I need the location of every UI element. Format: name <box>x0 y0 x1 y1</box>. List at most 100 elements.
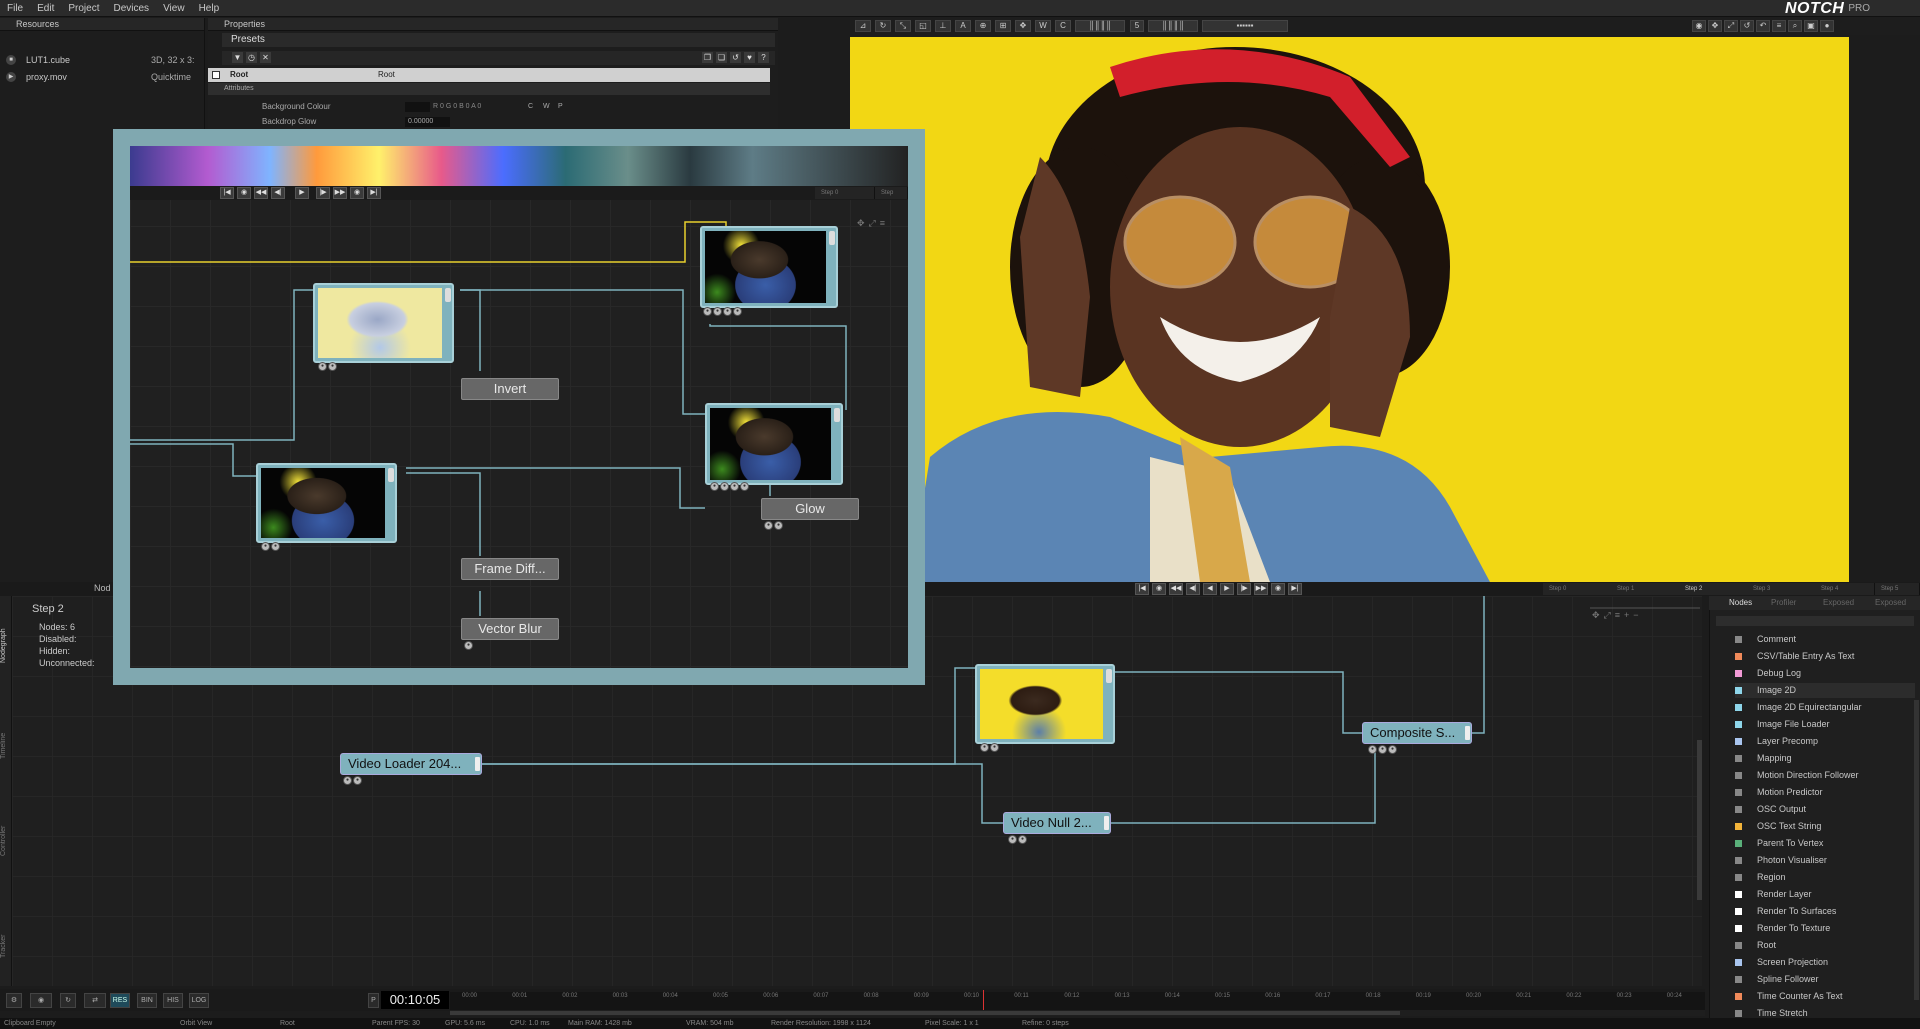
node-list-item[interactable]: Time Stretch <box>1735 1006 1915 1021</box>
res-button[interactable]: RES <box>110 993 130 1008</box>
scale-icon[interactable]: ⤡ <box>895 20 911 32</box>
pin-icon[interactable]: ● <box>1018 835 1027 844</box>
fit-icon[interactable]: ⤢ <box>869 218 876 229</box>
node-list-item[interactable]: Debug Log <box>1735 666 1915 681</box>
pin-icon[interactable]: ● <box>328 362 337 371</box>
rotate-icon[interactable]: ↻ <box>875 20 891 32</box>
popup-nodegraph-window[interactable]: |◀ ◉ ◀◀ ◀| ▶ |▶ ▶▶ ◉ ▶| Step 0 Step ✥ ⤢ … <box>113 129 925 685</box>
bars-icon[interactable]: ║║║║ <box>1148 20 1198 32</box>
fast-forward-icon[interactable]: ▶▶ <box>1254 583 1268 595</box>
frame-diff-node[interactable]: Frame Diff... <box>461 558 559 580</box>
rewind-icon[interactable]: ◀◀ <box>254 187 268 199</box>
pin-icon[interactable]: ● <box>764 521 773 530</box>
vector-blur-node[interactable]: Vector Blur <box>461 618 559 640</box>
zoom-icon[interactable]: ⌕ <box>1788 20 1802 32</box>
orbit-icon[interactable]: ↺ <box>1740 20 1754 32</box>
node-list-item[interactable]: Layer Precomp <box>1735 734 1915 749</box>
pin-icon[interactable]: ● <box>1378 745 1387 754</box>
pin-icon[interactable]: ● <box>733 307 742 316</box>
skip-start-icon[interactable]: |◀ <box>1135 583 1149 595</box>
menu-icon[interactable]: ≡ <box>1772 20 1786 32</box>
composite-node[interactable]: Composite S... <box>1362 722 1472 744</box>
timeline-scroll[interactable] <box>450 1010 1705 1016</box>
menu-file[interactable]: File <box>0 3 30 14</box>
loop-forward-icon[interactable]: ◉ <box>1271 583 1285 595</box>
pin-icon[interactable]: ● <box>1388 745 1397 754</box>
pin-icon[interactable]: ● <box>261 542 270 551</box>
add-icon[interactable]: + <box>1624 610 1629 622</box>
nodes-search-input[interactable] <box>1716 616 1914 626</box>
presets-dropdown[interactable]: Presets <box>222 33 775 47</box>
pin-icon[interactable]: ● <box>720 482 729 491</box>
tab-nodes[interactable]: Nodes <box>1729 597 1752 609</box>
attributes-header[interactable]: Attributes <box>208 83 770 95</box>
pin-icon[interactable]: ● <box>990 743 999 752</box>
image-2d-node[interactable] <box>975 664 1115 744</box>
swatch-button-c[interactable]: C <box>528 100 533 114</box>
menu-icon[interactable]: ≡ <box>1615 610 1620 622</box>
step-tab-5[interactable]: Step 5 <box>1875 583 1920 595</box>
minus-icon[interactable]: − <box>1633 610 1638 622</box>
node-handle[interactable] <box>834 408 840 422</box>
step-back-icon[interactable]: ◀| <box>271 187 285 199</box>
menu-devices[interactable]: Devices <box>106 3 156 14</box>
copy-icon[interactable]: ❐ <box>702 52 713 63</box>
node-list-item[interactable]: Root <box>1735 938 1915 953</box>
pin-icon[interactable]: ● <box>1008 835 1017 844</box>
colour-swatch[interactable] <box>405 102 430 112</box>
node-handle[interactable] <box>445 288 451 302</box>
bin-button[interactable]: BIN <box>137 993 157 1008</box>
node-list-item[interactable]: Mapping <box>1735 751 1915 766</box>
menu-project[interactable]: Project <box>61 3 106 14</box>
tab-exposed[interactable]: Exposed <box>1823 597 1854 609</box>
reset-icon[interactable]: ↺ <box>730 52 741 63</box>
popup-step-tab-1[interactable]: Step <box>875 187 908 199</box>
node-list-item[interactable]: Image 2D <box>1735 683 1915 698</box>
node-list-item[interactable]: Image File Loader <box>1735 717 1915 732</box>
pin-icon[interactable]: ● <box>710 482 719 491</box>
clock-icon[interactable]: ◷ <box>246 52 257 63</box>
popup-nodegraph-canvas[interactable]: |◀ ◉ ◀◀ ◀| ▶ |▶ ▶▶ ◉ ▶| Step 0 Step ✥ ⤢ … <box>130 146 908 668</box>
move-icon[interactable]: ✥ <box>857 218 865 229</box>
pin-icon[interactable]: ● <box>703 307 712 316</box>
world-icon[interactable]: W <box>1035 20 1051 32</box>
step-tab-2[interactable]: Step 2 <box>1679 583 1754 595</box>
log-button[interactable]: LOG <box>189 993 209 1008</box>
filter-icon[interactable]: ▼ <box>232 52 243 63</box>
node-handle[interactable] <box>475 757 480 771</box>
play-mode-button[interactable]: P <box>368 993 379 1008</box>
target-icon[interactable]: ⊕ <box>975 20 991 32</box>
side-tab-timeline[interactable]: Timeline <box>0 716 12 776</box>
node-handle[interactable] <box>1104 816 1109 830</box>
pin-icon[interactable]: ● <box>730 482 739 491</box>
pin-icon[interactable]: ● <box>353 776 362 785</box>
tab-profiler[interactable]: Profiler <box>1771 597 1796 609</box>
select-icon[interactable]: ◱ <box>915 20 931 32</box>
step-forward-icon[interactable]: |▶ <box>316 187 330 199</box>
invert-node[interactable]: Invert <box>461 378 559 400</box>
record-icon[interactable]: ◉ <box>1692 20 1706 32</box>
camera-icon[interactable]: C <box>1055 20 1071 32</box>
refresh-icon[interactable]: ↻ <box>60 993 76 1008</box>
node-list-item[interactable]: Time Counter As Text <box>1735 989 1915 1004</box>
timeline-scroll-thumb[interactable] <box>450 1011 1400 1015</box>
node-list-item[interactable]: Parent To Vertex <box>1735 836 1915 851</box>
bars-icon[interactable]: ║║║║ <box>1075 20 1125 32</box>
node-list-item[interactable]: OSC Text String <box>1735 819 1915 834</box>
play-icon[interactable]: ▶ <box>1220 583 1234 595</box>
camera-icon[interactable]: ◉ <box>30 993 52 1008</box>
playhead[interactable] <box>983 990 984 1011</box>
fit-icon[interactable]: ⤢ <box>1724 20 1738 32</box>
move-icon[interactable]: ✥ <box>1015 20 1031 32</box>
rewind-icon[interactable]: ◀◀ <box>1169 583 1183 595</box>
node-list-item[interactable]: Render Layer <box>1735 887 1915 902</box>
close-icon[interactable]: ✕ <box>260 52 271 63</box>
pin-icon[interactable]: ● <box>271 542 280 551</box>
play-reverse-icon[interactable]: ◀ <box>1203 583 1217 595</box>
swatch-button-w[interactable]: W <box>543 100 550 114</box>
loop-icon[interactable]: ◉ <box>1152 583 1166 595</box>
pin-icon[interactable]: ● <box>713 307 722 316</box>
nodegraph-scrollbar[interactable] <box>1697 740 1702 900</box>
axis-icon[interactable]: ⊿ <box>855 20 871 32</box>
link-icon[interactable]: ⇄ <box>84 993 106 1008</box>
